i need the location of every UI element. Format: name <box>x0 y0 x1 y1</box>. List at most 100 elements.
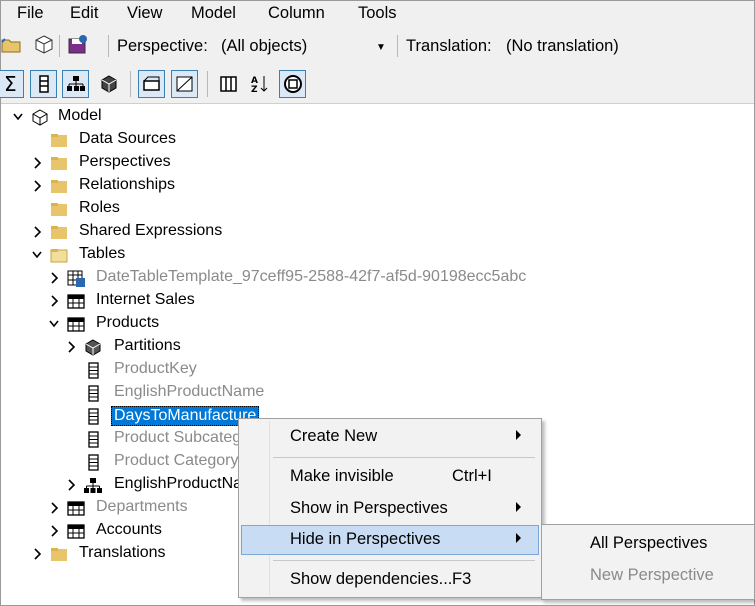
show-partitions-button[interactable] <box>95 70 122 98</box>
chevron-down-icon[interactable] <box>48 317 60 331</box>
menu-item-show-in-perspectives[interactable]: Show in Perspectives <box>241 494 539 524</box>
perspective-label: Perspective: <box>117 37 208 55</box>
open-folder-icon <box>50 249 68 263</box>
column-icon <box>88 385 99 402</box>
show-measures-button[interactable]: Σ <box>0 70 24 98</box>
menu-separator <box>273 457 535 458</box>
tree-label: Internet Sales <box>96 291 195 308</box>
show-display-folders-button[interactable] <box>171 70 198 98</box>
submenu-arrow-icon <box>516 502 521 512</box>
open-folder-icon[interactable] <box>1 34 23 56</box>
menu-item-label: Make invisible <box>290 467 394 485</box>
tree-label: Accounts <box>96 521 162 538</box>
chevron-down-icon[interactable]: ▼ <box>376 42 386 53</box>
show-hidden-button[interactable] <box>138 70 165 98</box>
tree-node-tables[interactable]: Tables <box>1 244 601 267</box>
tree-label: Products <box>96 314 160 331</box>
context-menu: Create New Make invisible Ctrl+I Show in… <box>238 418 542 598</box>
chevron-right-icon[interactable] <box>48 271 60 285</box>
calculated-table-icon <box>67 270 85 287</box>
columns-icon <box>220 76 237 92</box>
column-icon <box>88 408 99 425</box>
tree-label: DateTableTemplate_97ceff95-2588-42f7-af5… <box>96 268 527 285</box>
chevron-down-icon[interactable] <box>31 248 43 262</box>
tree-node-shared-expressions[interactable]: Shared Expressions <box>1 221 601 244</box>
menu-item-hide-in-perspectives[interactable]: Hide in Perspectives <box>241 525 539 555</box>
menu-bar: File Edit View Model Column Tools <box>1 1 754 25</box>
tree-node-internet-sales[interactable]: Internet Sales <box>1 290 601 313</box>
chevron-right-icon[interactable] <box>31 156 43 170</box>
tree-node-partitions[interactable]: Partitions <box>1 336 601 359</box>
sort-alphabetical-button[interactable]: AZ <box>246 70 273 98</box>
menu-edit[interactable]: Edit <box>70 4 98 23</box>
tree-node-column[interactable]: EnglishProductName <box>1 382 601 405</box>
submenu-item-all-perspectives[interactable]: All Perspectives <box>590 534 707 553</box>
toolbar-separator <box>59 35 60 57</box>
partitions-icon <box>101 75 117 93</box>
chevron-right-icon[interactable] <box>31 547 43 561</box>
translation-combo[interactable]: (No translation) <box>506 37 619 56</box>
tree-label: Translations <box>79 544 166 561</box>
chevron-right-icon[interactable] <box>31 179 43 193</box>
deploy-icon[interactable] <box>33 34 55 56</box>
menu-tools[interactable]: Tools <box>358 4 397 23</box>
menu-item-create-new[interactable]: Create New <box>241 422 539 452</box>
menu-column[interactable]: Column <box>268 4 325 23</box>
tree-node-data-sources[interactable]: Data Sources <box>1 129 601 152</box>
tree-label: Relationships <box>79 176 176 193</box>
chevron-right-icon[interactable] <box>48 294 60 308</box>
tree-label: EnglishProductNa <box>114 475 243 492</box>
submenu-arrow-icon <box>516 533 521 543</box>
save-icon[interactable] <box>67 34 89 56</box>
chevron-right-icon[interactable] <box>31 225 43 239</box>
perspective-filter-button[interactable] <box>279 70 306 98</box>
menu-item-show-dependencies[interactable]: Show dependencies... F3 <box>241 565 539 595</box>
chevron-right-icon[interactable] <box>65 478 77 492</box>
table-icon <box>67 317 85 332</box>
table-icon <box>67 294 85 309</box>
tree-node-model[interactable]: Model <box>1 106 601 129</box>
filter-icon <box>176 76 193 92</box>
show-columns-button[interactable] <box>30 70 57 98</box>
hidden-icon <box>143 76 160 91</box>
chevron-right-icon[interactable] <box>48 501 60 515</box>
menu-item-make-invisible[interactable]: Make invisible Ctrl+I <box>241 462 539 492</box>
folder-icon <box>51 157 67 170</box>
submenu-item-new-perspective[interactable]: New Perspective <box>590 566 714 585</box>
columns-layout-button[interactable] <box>215 70 242 98</box>
perspective-combo[interactable]: (All objects) <box>221 37 307 56</box>
column-icon <box>39 75 49 93</box>
sort-az-icon: AZ <box>251 76 268 94</box>
chevron-down-icon[interactable] <box>12 110 24 124</box>
menu-item-label: Create New <box>290 427 378 445</box>
tree-label: Shared Expressions <box>79 222 223 239</box>
toolbar-separator <box>108 35 109 57</box>
menu-file[interactable]: File <box>17 4 44 23</box>
translation-label: Translation: <box>406 37 492 55</box>
folder-icon <box>51 226 67 239</box>
tree-node-date-table[interactable]: DateTableTemplate_97ceff95-2588-42f7-af5… <box>1 267 601 290</box>
tree-node-perspectives[interactable]: Perspectives <box>1 152 601 175</box>
chevron-right-icon[interactable] <box>65 340 77 354</box>
menu-item-shortcut: Ctrl+I <box>452 467 492 485</box>
menu-separator <box>273 560 535 561</box>
column-icon <box>88 431 99 448</box>
tree-node-relationships[interactable]: Relationships <box>1 175 601 198</box>
partitions-icon <box>85 339 101 356</box>
menu-item-shortcut: F3 <box>452 570 472 588</box>
table-icon <box>67 501 85 516</box>
menu-model[interactable]: Model <box>191 4 236 23</box>
show-hierarchies-button[interactable] <box>62 70 89 98</box>
toolbar-perspective: Perspective: (All objects) ▼ Translation… <box>1 25 754 65</box>
tree-node-roles[interactable]: Roles <box>1 198 601 221</box>
model-cube-icon <box>32 109 48 126</box>
tree-node-column[interactable]: ProductKey <box>1 359 601 382</box>
tree-label: ProductKey <box>114 360 197 377</box>
tree-label: Roles <box>79 199 120 216</box>
chevron-right-icon[interactable] <box>48 524 60 538</box>
menu-view[interactable]: View <box>127 4 162 23</box>
tree-label: Tables <box>79 245 126 262</box>
toolbar-separator <box>130 71 131 97</box>
toolbar-separator <box>397 35 398 57</box>
tree-node-products[interactable]: Products <box>1 313 601 336</box>
